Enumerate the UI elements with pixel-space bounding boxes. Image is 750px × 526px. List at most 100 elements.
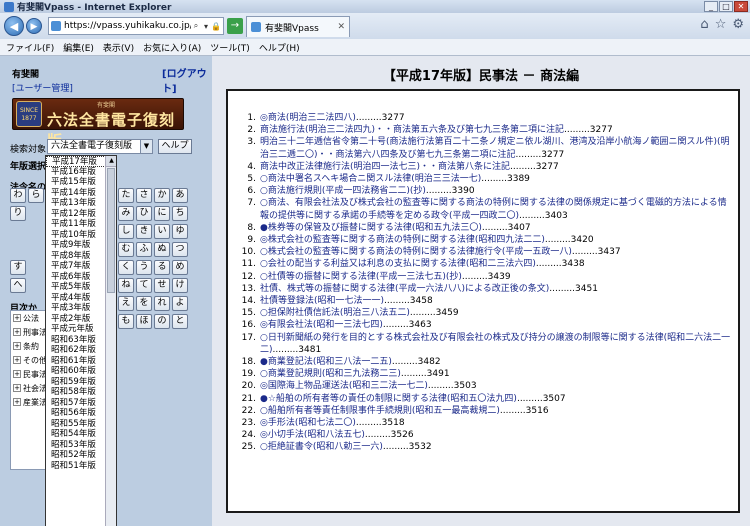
law-link[interactable]: 明治三十二年逓信省令第二十号(商法施行法第百二十二条ノ規定ニ依ル湖川、港湾及沿岸… <box>260 136 733 160</box>
chevron-down-icon[interactable]: ▼ <box>140 140 152 153</box>
kana-button[interactable]: い <box>154 224 170 239</box>
law-link[interactable]: ◎株式会社の監査等に関する商法の特例に関する法律(昭和四九法二二).......… <box>260 234 733 246</box>
kana-button[interactable]: せ <box>154 278 170 293</box>
kana-button[interactable]: む <box>118 242 134 257</box>
expand-icon[interactable]: + <box>13 342 21 350</box>
law-link[interactable]: ●株券等の保管及び振替に関する法律(昭和五九法三〇).........3407 <box>260 222 733 234</box>
kana-button[interactable]: し <box>118 224 134 239</box>
kana-button[interactable]: ふ <box>136 242 152 257</box>
menu-file[interactable]: ファイル(F) <box>6 41 54 54</box>
menu-favorites[interactable]: お気に入り(A) <box>143 41 201 54</box>
help-button[interactable]: ヘルプ <box>158 139 192 154</box>
law-link[interactable]: 商法中改正法律施行法(明治四一法七三)・・商法第八条に注記.........32… <box>260 161 733 173</box>
kana-button[interactable]: め <box>172 260 188 275</box>
toc-item[interactable]: + 民事法 <box>11 367 49 381</box>
toc-item[interactable]: + 産業法 <box>11 395 49 409</box>
toc-item[interactable]: + 刑事法 <box>11 325 49 339</box>
logout-link[interactable]: [ログアウト] <box>162 65 212 95</box>
maximize-button[interactable]: □ <box>719 1 733 12</box>
law-link[interactable]: ◎有限会社法(昭和一三法七四).........3463 <box>260 319 733 331</box>
back-button[interactable]: ◀ <box>4 16 24 36</box>
search-icon[interactable]: ⌕ <box>191 21 201 31</box>
law-link[interactable]: ◎手形法(昭和七法二〇).........3518 <box>260 417 733 429</box>
expand-icon[interactable]: + <box>13 384 21 392</box>
menu-tools[interactable]: ツール(T) <box>210 41 250 54</box>
favorites-star-icon[interactable]: ☆ <box>715 17 727 32</box>
menu-edit[interactable]: 編集(E) <box>63 41 94 54</box>
kana-button[interactable]: つ <box>172 242 188 257</box>
expand-icon[interactable]: + <box>13 356 21 364</box>
kana-button[interactable]: け <box>172 278 188 293</box>
expand-icon[interactable]: + <box>13 370 21 378</box>
toc-item[interactable]: + 社会法 <box>11 381 49 395</box>
expand-icon[interactable]: + <box>13 398 21 406</box>
law-link[interactable]: ○商法、有限会社法及び株式会社の監査等に関する商法の特例に関する法律の関係規定に… <box>260 197 733 221</box>
scroll-up-icon[interactable]: ▲ <box>106 156 116 167</box>
dropdown-icon[interactable]: ▾ <box>201 22 211 31</box>
menu-view[interactable]: 表示(V) <box>103 41 134 54</box>
kana-button[interactable]: さ <box>136 188 152 203</box>
law-link[interactable]: ○日刊新聞紙の発行を目的とする株式会社及び有限会社の株式及び持分の譲渡の制限等に… <box>260 332 733 356</box>
kana-button[interactable]: り <box>10 206 26 221</box>
home-icon[interactable]: ⌂ <box>700 17 708 32</box>
law-link[interactable]: ○船舶所有者等責任制限事件手続規則(昭和五一最高裁規二).........351… <box>260 405 733 417</box>
user-admin-link[interactable]: [ユーザー管理] <box>12 81 73 94</box>
law-link[interactable]: ○商法中署名スヘキ場合ニ関スル法律(明治三三法一七).........3389 <box>260 173 733 185</box>
kana-button[interactable]: ぬ <box>154 242 170 257</box>
kana-button[interactable]: へ <box>10 278 26 293</box>
law-link[interactable]: ○担保附社債信託法(明治三八法五二).........3459 <box>260 307 733 319</box>
kana-button[interactable]: す <box>10 260 26 275</box>
kana-button[interactable]: に <box>154 206 170 221</box>
kana-button[interactable]: ね <box>118 278 134 293</box>
law-link[interactable]: ◎小切手法(昭和八法五七).........3526 <box>260 429 733 441</box>
kana-button[interactable]: れ <box>154 296 170 311</box>
law-link[interactable]: 商法施行法(明治三二法四九)・・商法第五六条及び第七九三条第二項に注記.....… <box>260 124 733 136</box>
law-link[interactable]: 社債等登録法(昭和一七法一一).........3458 <box>260 295 733 307</box>
kana-button[interactable]: を <box>136 296 152 311</box>
year-dropdown-list[interactable]: 平成17年版 平成16年版 平成15年版 平成14年版 平成13年版 平成12年版 平成11… <box>45 155 117 526</box>
kana-button[interactable]: う <box>136 260 152 275</box>
kana-button[interactable]: た <box>118 188 134 203</box>
law-link[interactable]: 社債、株式等の振替に関する法律(平成一六法八八)による改正後の条文)......… <box>260 283 733 295</box>
tab-close-icon[interactable]: ✕ <box>337 22 345 32</box>
year-list-scrollbar[interactable]: ▲ <box>105 156 116 526</box>
kana-button[interactable]: わ <box>10 188 26 203</box>
kana-button[interactable]: ち <box>172 206 188 221</box>
kana-button[interactable]: ら <box>28 188 44 203</box>
law-link[interactable]: ○株式会社の監査等に関する商法の特例に関する法律施行令(平成一五政一八)....… <box>260 246 733 258</box>
kana-button[interactable]: の <box>154 314 170 329</box>
law-link[interactable]: ○拒絶証書令(昭和八勅三一六).........3532 <box>260 441 733 453</box>
kana-button[interactable]: み <box>118 206 134 221</box>
search-target-select[interactable]: 六法全書電子復刻版 ▼ <box>47 139 153 154</box>
expand-icon[interactable]: + <box>13 328 21 336</box>
law-link[interactable]: ○商業登記規則(昭和三九法務二三).........3491 <box>260 368 733 380</box>
kana-button[interactable]: ひ <box>136 206 152 221</box>
kana-button[interactable]: か <box>154 188 170 203</box>
minimize-button[interactable]: _ <box>704 1 718 12</box>
scroll-thumb[interactable] <box>107 168 115 293</box>
address-url[interactable]: https://vpass.yuhikaku.co.jp/ <box>64 21 191 31</box>
toc-item[interactable]: + 公法 <box>11 311 49 325</box>
toc-item[interactable]: + その他 <box>11 353 49 367</box>
forward-button[interactable]: ▶ <box>26 18 42 34</box>
kana-button[interactable]: も <box>118 314 134 329</box>
toc-item[interactable]: + 条約 <box>11 339 49 353</box>
kana-button[interactable]: ゆ <box>172 224 188 239</box>
gear-icon[interactable]: ⚙ <box>732 17 744 32</box>
kana-button[interactable]: あ <box>172 188 188 203</box>
kana-button[interactable]: ほ <box>136 314 152 329</box>
law-link[interactable]: ○会社の配当する利益又は利息の支払に関する法律(昭和二三法六四)........… <box>260 258 733 270</box>
product-banner[interactable]: SINCE 1877 有斐閣 六法全書電子復刻版 <box>12 98 184 150</box>
law-link[interactable]: ○社債等の振替に関する法律(平成一三法七五)(抄).........3439 <box>260 271 733 283</box>
kana-button[interactable]: よ <box>172 296 188 311</box>
kana-button[interactable]: く <box>118 260 134 275</box>
law-link[interactable]: ○商法施行規則(平成一四法務省二二)(抄).........3390 <box>260 185 733 197</box>
expand-icon[interactable]: + <box>13 314 21 322</box>
kana-button[interactable]: て <box>136 278 152 293</box>
lock-icon[interactable]: 🔒 <box>211 22 221 31</box>
browser-tab[interactable]: 有斐閣Vpass ✕ <box>246 16 350 37</box>
law-link[interactable]: ●商業登記法(昭和三八法一二五).........3482 <box>260 356 733 368</box>
law-link[interactable]: ◎国際海上物品運送法(昭和三二法一七二).........3503 <box>260 380 733 392</box>
law-link[interactable]: ●☆船舶の所有者等の責任の制限に関する法律(昭和五〇法九四).........3… <box>260 393 733 405</box>
kana-button[interactable]: え <box>118 296 134 311</box>
